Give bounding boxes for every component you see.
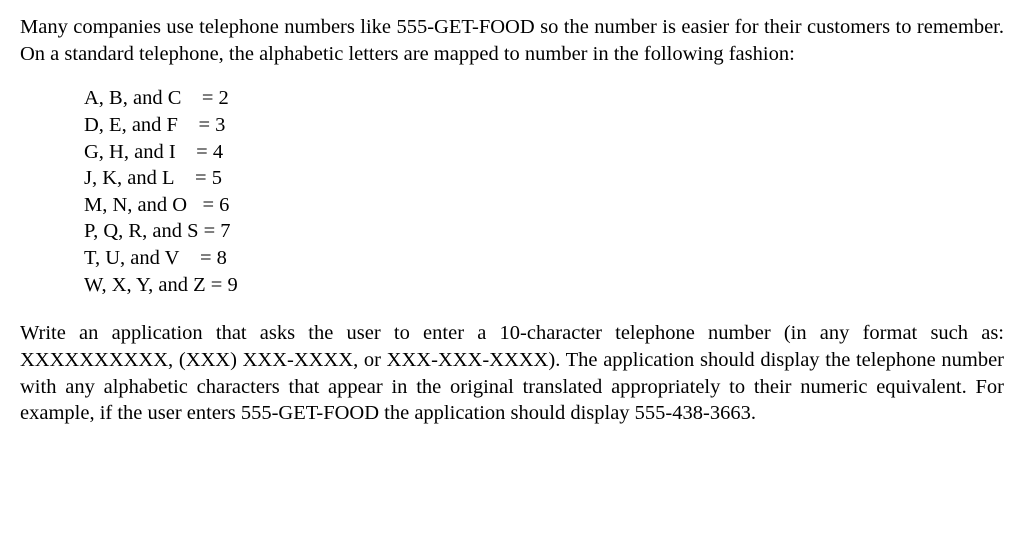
mapping-row: T, U, and V = 8 xyxy=(84,245,1004,272)
mapping-letters: A, B, and C xyxy=(84,85,181,112)
mapping-row: J, K, and L = 5 xyxy=(84,165,1004,192)
mapping-row: M, N, and O = 6 xyxy=(84,192,1004,219)
mapping-row: G, H, and I = 4 xyxy=(84,139,1004,166)
mapping-letters: T, U, and V xyxy=(84,245,179,272)
mapping-value: = 9 xyxy=(206,272,238,299)
mapping-row: A, B, and C = 2 xyxy=(84,85,1004,112)
mapping-value: = 2 xyxy=(181,85,228,112)
mapping-letters: M, N, and O xyxy=(84,192,187,219)
mapping-value: = 3 xyxy=(178,112,225,139)
mapping-value: = 4 xyxy=(176,139,223,166)
mapping-row: P, Q, R, and S = 7 xyxy=(84,218,1004,245)
mapping-letters: W, X, Y, and Z xyxy=(84,272,206,299)
instructions-paragraph: Write an application that asks the user … xyxy=(20,320,1004,427)
mapping-value: = 5 xyxy=(175,165,222,192)
mapping-value: = 8 xyxy=(179,245,226,272)
mapping-letters: J, K, and L xyxy=(84,165,175,192)
mapping-letters: D, E, and F xyxy=(84,112,178,139)
mapping-row: W, X, Y, and Z = 9 xyxy=(84,272,1004,299)
mapping-table: A, B, and C = 2 D, E, and F = 3 G, H, an… xyxy=(20,85,1004,298)
mapping-letters: G, H, and I xyxy=(84,139,176,166)
mapping-letters: P, Q, R, and S xyxy=(84,218,198,245)
mapping-value: = 7 xyxy=(198,218,230,245)
mapping-value: = 6 xyxy=(187,192,229,219)
mapping-row: D, E, and F = 3 xyxy=(84,112,1004,139)
intro-paragraph: Many companies use telephone numbers lik… xyxy=(20,14,1004,67)
